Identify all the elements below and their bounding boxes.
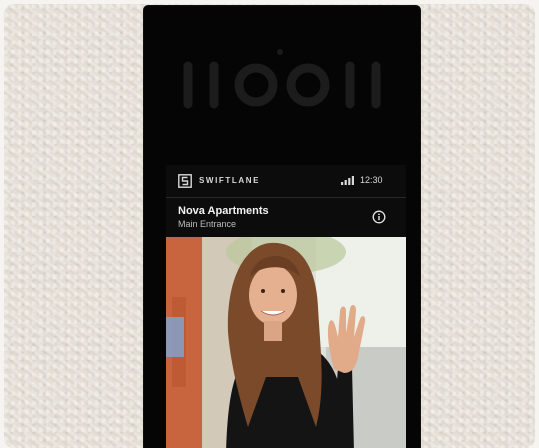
speaker-grille (182, 58, 382, 112)
entrance-name: Main Entrance (178, 219, 237, 229)
brand-name: SWIFTLANE (199, 176, 261, 185)
intercom-device: SWIFTLANE 12:30 Nova Apartments Main Ent… (144, 6, 420, 448)
swiftlane-logo-icon (178, 174, 192, 188)
info-icon[interactable] (372, 210, 386, 224)
textured-wall: SWIFTLANE 12:30 Nova Apartments Main Ent… (4, 4, 535, 448)
video-feed (166, 237, 406, 448)
intercom-screen: SWIFTLANE 12:30 Nova Apartments Main Ent… (166, 165, 406, 448)
clock-time: 12:30 (360, 175, 383, 185)
camera-lens (277, 49, 283, 55)
signal-strength-icon (341, 176, 354, 185)
property-name: Nova Apartments (178, 205, 269, 217)
status-bar: SWIFTLANE 12:30 (166, 165, 406, 198)
